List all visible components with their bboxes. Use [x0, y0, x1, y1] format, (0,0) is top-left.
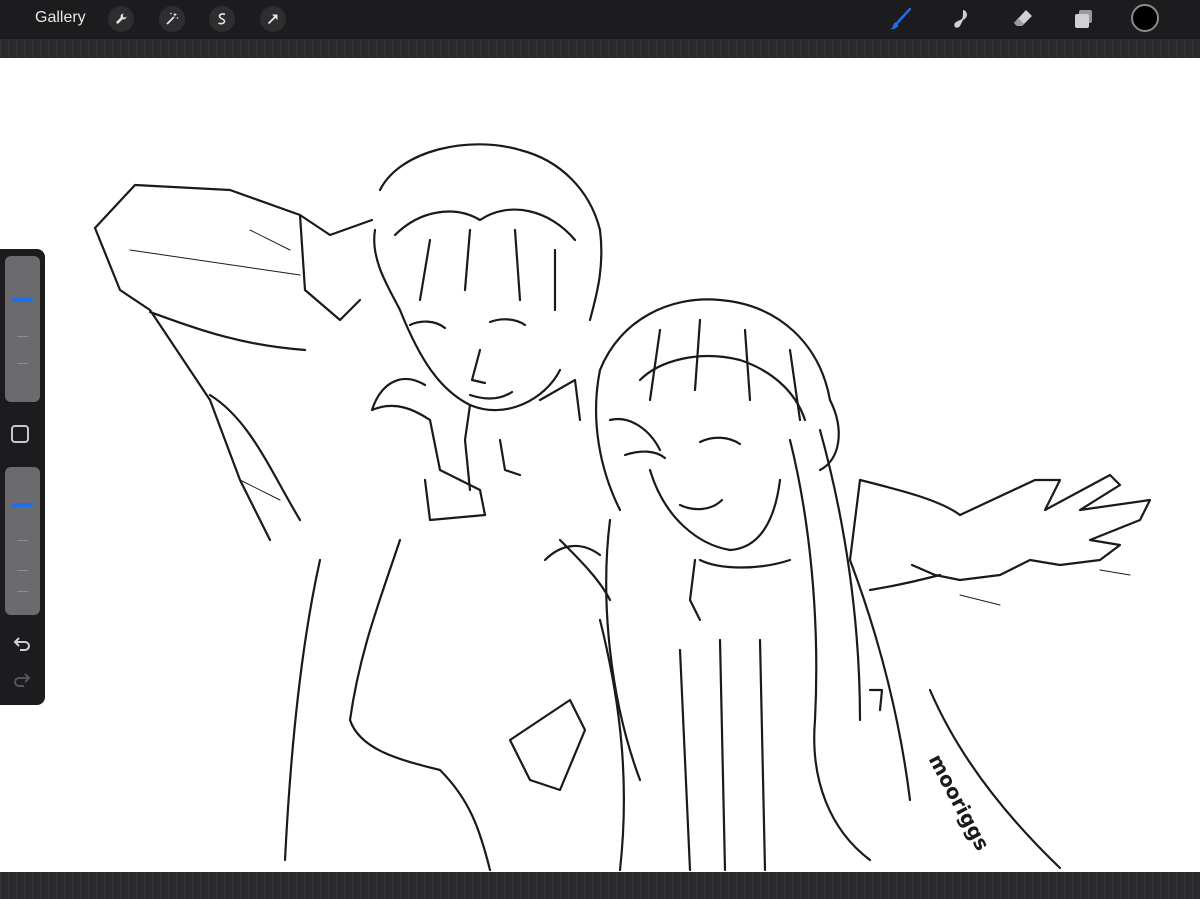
left-sidebar: [0, 249, 45, 705]
layers-icon[interactable]: [1070, 5, 1098, 33]
selection-icon[interactable]: [209, 6, 235, 32]
sketch-artwork: [93, 143, 1152, 872]
redo-icon[interactable]: [11, 670, 33, 692]
top-toolbar: Gallery: [0, 0, 1200, 39]
slider-tick: [17, 540, 28, 541]
slider-tick: [17, 336, 28, 337]
smudge-icon[interactable]: [947, 5, 975, 33]
brush-size-handle[interactable]: [12, 298, 33, 302]
gallery-button[interactable]: Gallery: [35, 9, 86, 27]
wrench-icon[interactable]: [108, 6, 134, 32]
canvas-top-border: [0, 39, 1200, 58]
brush-icon[interactable]: [886, 5, 914, 33]
canvas-bottom-border: [0, 872, 1200, 899]
opacity-slider[interactable]: [5, 467, 40, 615]
modify-button[interactable]: [11, 425, 29, 443]
slider-tick: [17, 363, 28, 364]
opacity-handle[interactable]: [12, 503, 33, 507]
slider-tick: [17, 570, 28, 571]
drawing-canvas[interactable]: mooriggs: [0, 58, 1200, 872]
transform-arrow-icon[interactable]: [260, 6, 286, 32]
magic-wand-icon[interactable]: [159, 6, 185, 32]
eraser-icon[interactable]: [1009, 5, 1037, 33]
brush-size-slider[interactable]: [5, 256, 40, 402]
undo-icon[interactable]: [11, 634, 33, 656]
color-swatch[interactable]: [1131, 4, 1159, 32]
slider-tick: [17, 591, 28, 592]
